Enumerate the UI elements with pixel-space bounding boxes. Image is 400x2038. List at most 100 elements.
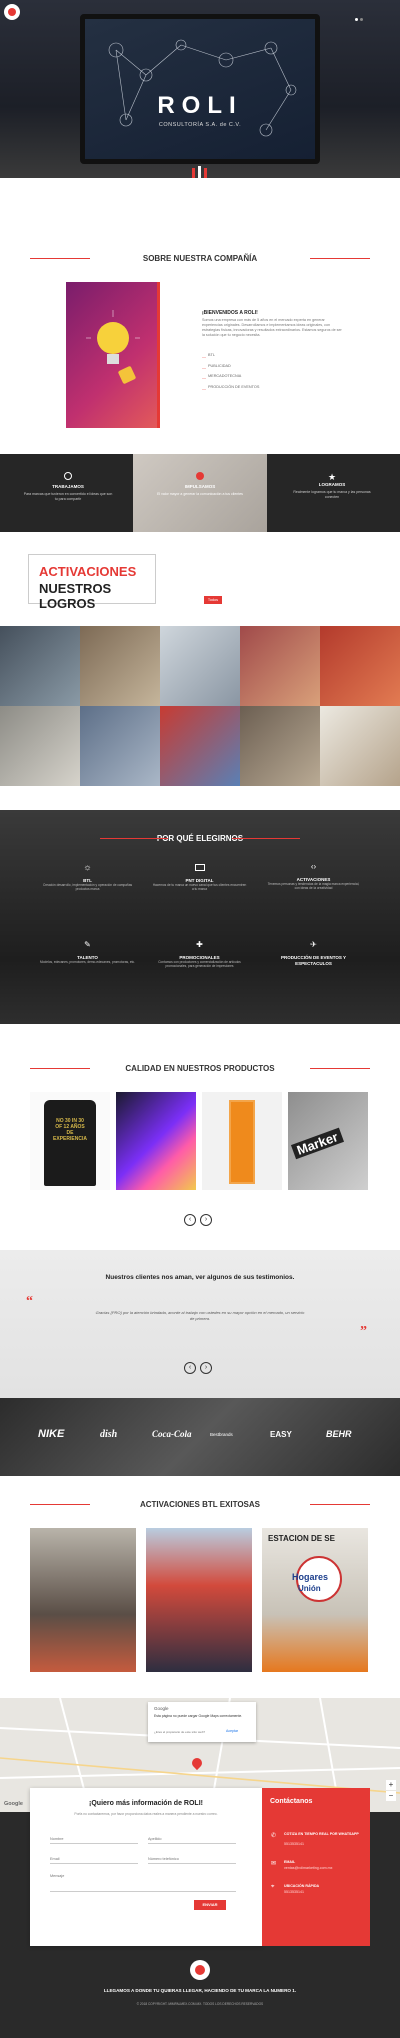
client-logo-behr: BEHR [326,1429,352,1439]
gallery-photo[interactable] [80,626,160,706]
success-photo[interactable]: ESTACION DE SE Hogares Unión [262,1528,368,1672]
rocket-icon [196,472,204,480]
contact-form-card: ¡Quiero más información de ROLI! Porfa n… [30,1788,262,1946]
star-icon: ★ [327,472,337,482]
why-item: ✚ PROMOCIONALES Contamos con productores… [152,940,247,968]
about-list-item: PUBLICIDAD [208,363,231,368]
message-field[interactable] [50,1874,236,1892]
achievements-grid [0,626,400,786]
footer-logo-mark [195,1965,205,1975]
achievements-title-box: ACTIVACIONES NUESTROS LOGROS [28,554,156,611]
testimonials-next-button[interactable]: › [200,1362,212,1374]
person-icon [64,472,72,480]
success-photo[interactable] [30,1528,136,1672]
bulb-icon [86,310,140,384]
name-field[interactable] [50,1834,138,1844]
why-item: ☼ BTL Creación desarrollo, implementació… [40,862,135,891]
testimonials-section: Nuestros clientes nos aman, ver algunos … [0,1250,400,1398]
talent-icon: ✎ [84,940,91,949]
lightbulb-icon: ☼ [83,862,92,872]
success-section: ACTIVACIONES BTL EXITOSAS ESTACION DE SE… [0,1476,400,1698]
last-name-field[interactable] [148,1834,236,1844]
product-tshirt[interactable]: NO 30 IN 30 OF 12 AÑOS DE EXPERIENCIA [30,1092,110,1190]
about-list-item: MERCADOTECNIA [208,374,242,378]
why-item: ✈ PRODUCCIÓN DE EVENTOS Y ESPECTACULOS [266,940,361,966]
hero-subtitle: CONSULTORÍA S.A. de C.V. [158,122,242,128]
quality-section: CALIDAD EN NUESTROS PRODUCTOS NO 30 IN 3… [0,1024,400,1250]
why-item: ✎ TALENTO Modelos, edecanes, promotores,… [40,940,135,964]
why-item: ‹› ACTIVACIONES Tenemos personas y tende… [267,862,360,891]
gallery-photo[interactable] [160,626,240,706]
hero-brand: ROLI [157,92,243,119]
send-button[interactable]: ENVIAR [194,1900,226,1910]
hero-nav-dots[interactable] [355,8,369,21]
network-icons [108,39,297,137]
testimonials-title: Nuestros clientes nos aman, ver algunos … [105,1274,295,1281]
about-list: BTL PUBLICIDAD MERCADOTECNIA PRODUCCIÓN … [208,350,259,392]
rocket-icon: ✈ [310,940,317,949]
contact-panel: Contáctanos ✆ COTIZA EN TIEMPO REAL POR … [262,1788,370,1946]
contact-section: ¡Quiero más información de ROLI! Porfa n… [0,1788,400,2038]
gallery-photo[interactable] [240,626,320,706]
quote-open-icon: “ [26,1294,33,1309]
map-error-dialog: Google Esta página no puede cargar Googl… [148,1702,256,1742]
contact-title: ¡Quiero más información de ROLI! [89,1800,203,1807]
footer-tagline: LLEGAMOS A DONDE TU QUIERAS LLEGAR, HACI… [103,1988,297,1993]
why-heading: POR QUÉ ELEGIRNOS [30,834,370,843]
gallery-photo[interactable] [320,626,400,706]
about-list-item: BTL [208,353,215,357]
features-strip: TRABAJAMOS Para marcas que tuvieron en c… [0,454,400,532]
clients-strip: NIKE dish Coca-Cola Bestbrands EASY BEHR [0,1398,400,1476]
about-list-item: PRODUCCIÓN DE EVENTOS [208,384,260,389]
footer-copyright: © 2018 COPYRIGHT. MIMPALMEX.COM.MX. TODO… [136,2002,264,2006]
achievements-section: ACTIVACIONES NUESTROS LOGROS Todos [0,532,400,810]
gallery-photo[interactable] [0,626,80,706]
feature-trabajamos: TRABAJAMOS Para marcas que tuvieron en c… [22,472,114,501]
carousel-prev-button[interactable]: ‹ [184,1214,196,1226]
why-section: POR QUÉ ELEGIRNOS ☼ BTL Creación desarro… [0,810,400,1024]
gallery-photo[interactable] [320,706,400,786]
whatsapp-icon: ✆ [271,1833,277,1839]
success-photo[interactable] [146,1528,252,1672]
gallery-photo[interactable] [240,706,320,786]
gallery-photo[interactable] [0,706,80,786]
product-display[interactable] [202,1092,282,1190]
client-logo-bestbrands: Bestbrands [210,1432,233,1437]
about-welcome: ¡BIENVENIDOS A ROLI! [202,310,258,316]
hero-section: ROLI CONSULTORÍA S.A. de C.V. [0,0,400,178]
map-zoom-out-button[interactable]: − [386,1791,396,1801]
about-section: SOBRE NUESTRA COMPAÑÍA ¡BIENVENIDOS A RO… [0,178,400,454]
location-icon: ⌖ [271,1884,275,1890]
email-icon: ✉ [271,1861,277,1867]
contact-panel-title: Contáctanos [270,1798,313,1805]
why-item: PNT DIGITAL Hacemos de tu marca un nuevo… [152,862,247,891]
feature-impulsamos: IMPULSAMOS El valor mayor a generar la c… [154,472,246,497]
filter-button[interactable]: Todos [204,596,222,604]
contact-subtitle: Porfa no contactaremos, por favor propor… [74,1812,218,1816]
scroll-indicator[interactable] [190,166,210,178]
gallery-photo[interactable] [80,706,160,786]
about-text: Somos una empresa con más de 5 años en e… [202,318,342,337]
email-field[interactable] [50,1854,138,1864]
client-logo-easy: EASY [270,1430,292,1439]
logo-mark [8,8,16,16]
map-google-logo: Google [4,1801,23,1807]
about-heading: SOBRE NUESTRA COMPAÑÍA [30,254,370,263]
map-zoom-in-button[interactable]: + [386,1780,396,1790]
testimonial-quote: Gracias {PRO} por la atención brindada, … [95,1310,305,1321]
client-logo-nike: NIKE [38,1428,65,1440]
product-marker[interactable]: Marker [288,1092,368,1190]
phone-field[interactable] [148,1854,236,1864]
feature-logramos: ★ LOGRAMOS Realmente logramos que tu mar… [286,472,378,499]
client-logo-cocacola: Coca-Cola [152,1429,192,1439]
success-heading: ACTIVACIONES BTL EXITOSAS [30,1500,370,1509]
gift-icon: ✚ [196,940,203,949]
code-icon: ‹› [310,862,317,871]
gallery-photo[interactable] [160,706,240,786]
carousel-next-button[interactable]: › [200,1214,212,1226]
monitor-icon [194,864,205,871]
client-logo-dish: dish [100,1429,118,1440]
product-printing[interactable] [116,1092,196,1190]
map-dialog-ok-button[interactable]: Aceptar [226,1729,238,1733]
testimonials-prev-button[interactable]: ‹ [184,1362,196,1374]
